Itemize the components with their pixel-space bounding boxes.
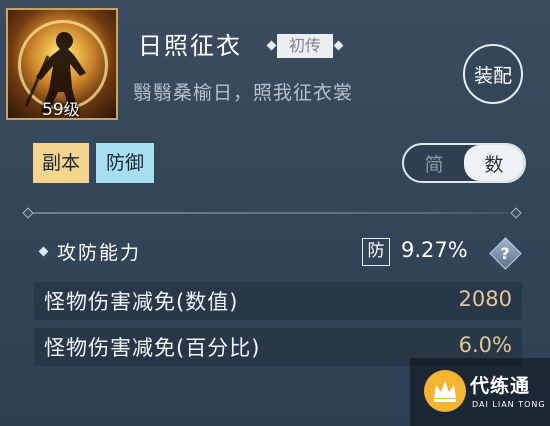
divider (28, 212, 516, 214)
section-title: 攻防能力 (38, 238, 142, 265)
watermark-subtitle: DAI LIAN TONG (472, 400, 546, 409)
question-icon[interactable]: ? (488, 236, 522, 270)
section-title-label: 攻防能力 (57, 242, 142, 264)
item-name: 日照征衣 (138, 32, 242, 60)
toggle-simple[interactable]: 简 (404, 145, 464, 181)
view-toggle[interactable]: 简 数 (402, 143, 526, 183)
item-description: 翳翳桑榆日，照我征衣裳 (133, 82, 354, 104)
defense-badge: 防 (362, 238, 390, 266)
section-value: 9.27% (401, 238, 468, 262)
tag-dungeon: 副本 (33, 143, 89, 183)
tag-defense: 防御 (96, 143, 154, 183)
rarity-tag: 初传 (260, 32, 350, 59)
stat-name: 怪物伤害减免(数值) (44, 290, 239, 314)
diamond-right-icon (333, 40, 344, 51)
stat-name: 怪物伤害减免(百分比) (44, 336, 261, 360)
rarity-label: 初传 (276, 33, 333, 58)
diamond-left-icon (266, 40, 277, 51)
help-mark: ? (500, 243, 510, 263)
divider-cap-right-icon (510, 207, 522, 219)
toggle-numeric[interactable]: 数 (464, 145, 524, 181)
item-portrait: 59级 (6, 8, 118, 120)
equip-button[interactable]: 装配 (463, 44, 523, 104)
watermark: 代练通 DAI LIAN TONG (410, 358, 550, 426)
stat-value: 2080 (458, 287, 512, 311)
level-number: 59 (42, 100, 64, 120)
stat-value: 6.0% (458, 333, 512, 357)
level-suffix: 级 (63, 100, 80, 119)
watermark-name: 代练通 (470, 375, 531, 397)
stat-row: 怪物伤害减免(数值) 2080 (34, 282, 522, 320)
crown-logo-icon (424, 370, 466, 412)
diamond-bullet-icon (38, 246, 49, 257)
divider-cap-left-icon (22, 207, 34, 219)
level-badge: 59级 (42, 96, 80, 120)
